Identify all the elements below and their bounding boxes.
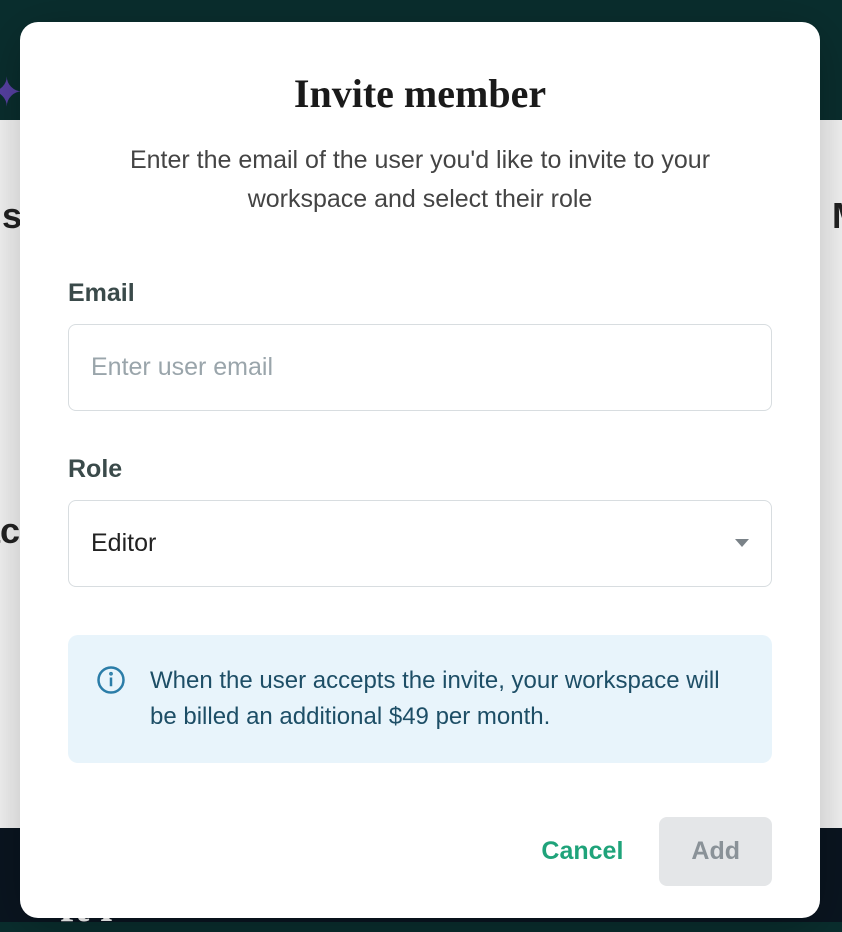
modal-subtitle: Enter the email of the user you'd like t… bbox=[84, 141, 756, 219]
role-select[interactable]: Editor bbox=[68, 500, 772, 587]
role-selected-value: Editor bbox=[91, 529, 156, 558]
background-text: M bbox=[832, 195, 842, 237]
background-text: ac bbox=[0, 510, 20, 552]
caret-down-icon bbox=[735, 539, 749, 547]
invite-member-modal: Invite member Enter the email of the use… bbox=[20, 22, 820, 918]
email-label: Email bbox=[68, 279, 772, 308]
modal-title: Invite member bbox=[68, 70, 772, 117]
billing-info-box: When the user accepts the invite, your w… bbox=[68, 635, 772, 763]
cancel-button[interactable]: Cancel bbox=[533, 821, 631, 882]
role-select-wrapper: Editor bbox=[68, 500, 772, 587]
email-field-group: Email bbox=[68, 279, 772, 455]
role-label: Role bbox=[68, 455, 772, 484]
add-button[interactable]: Add bbox=[659, 817, 772, 886]
background-text: ds bbox=[0, 195, 22, 237]
modal-footer: Cancel Add bbox=[68, 817, 772, 886]
billing-info-text: When the user accepts the invite, your w… bbox=[150, 663, 744, 735]
role-field-group: Role Editor bbox=[68, 455, 772, 587]
info-icon bbox=[96, 665, 126, 695]
email-input[interactable] bbox=[68, 324, 772, 411]
